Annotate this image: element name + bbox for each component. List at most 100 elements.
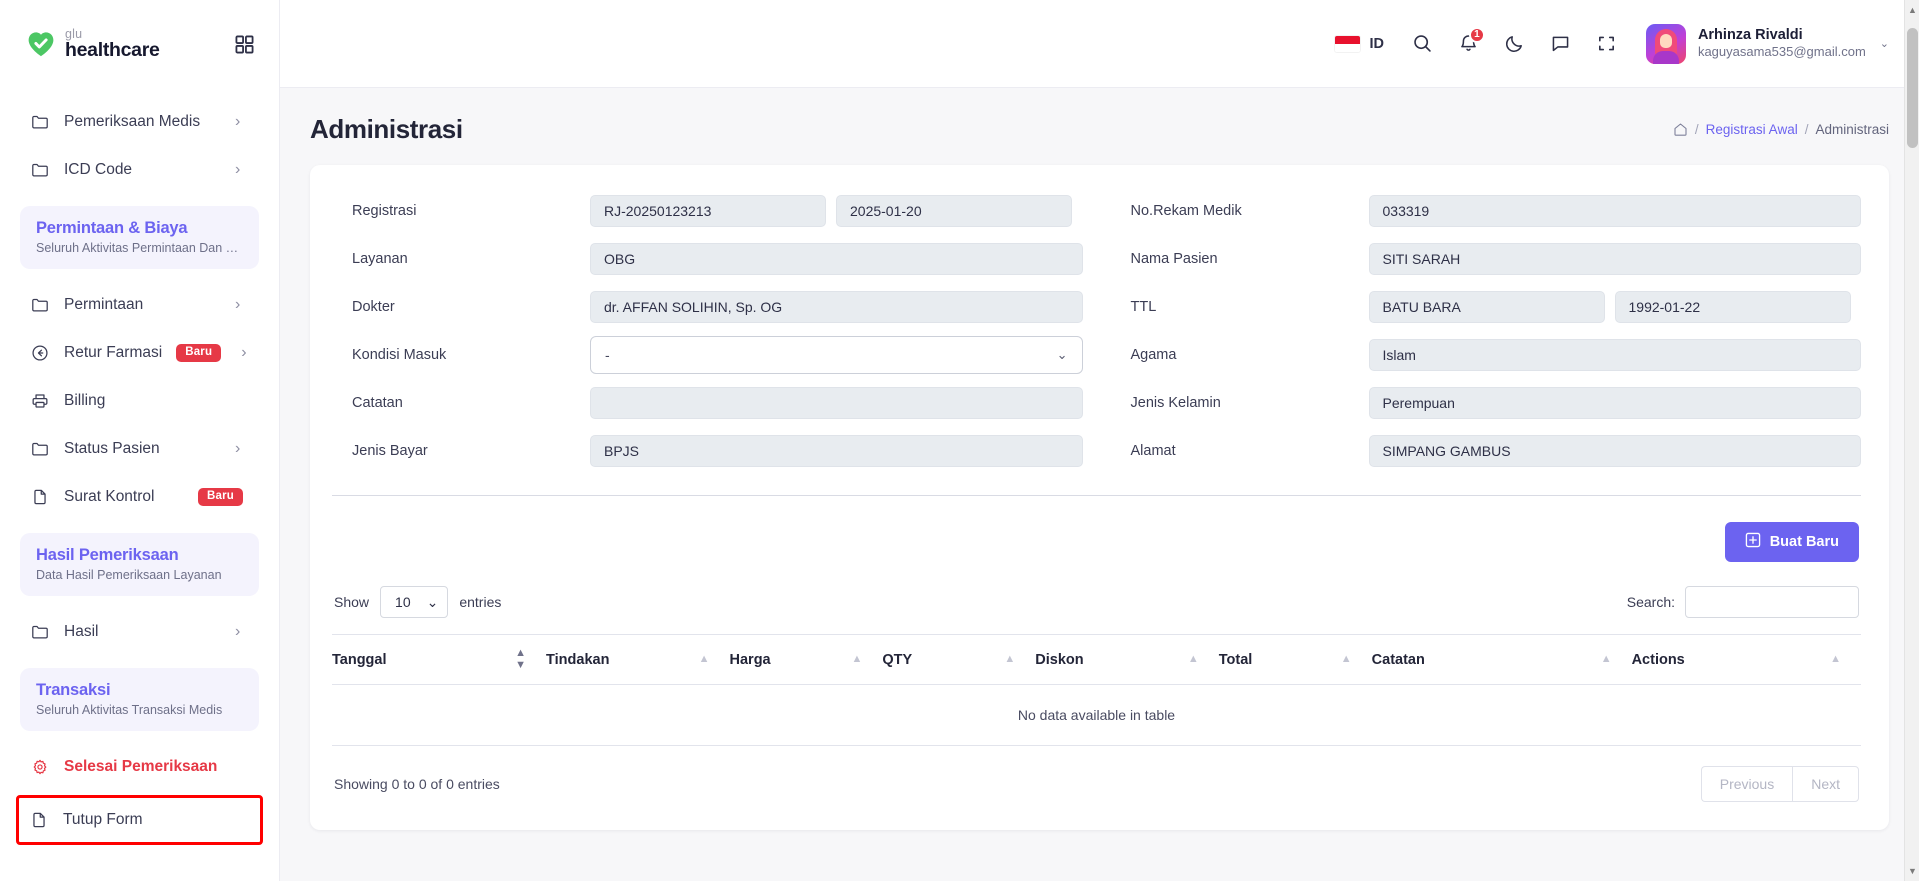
entries-label: entries [459,594,502,610]
scroll-up-icon[interactable]: ▲ [1905,2,1919,18]
column-header-diskon[interactable]: Diskon ▲ [1035,634,1219,685]
avatar [1645,23,1686,64]
column-label: Tanggal [332,651,387,668]
grid-apps-icon[interactable] [231,31,257,57]
table-footer: Showing 0 to 0 of 0 entries Previous Nex… [332,746,1861,804]
indonesia-flag-icon [1335,35,1361,52]
home-icon[interactable] [1673,122,1688,137]
user-meta: Arhinza Rivaldi kaguyasama535@gmail.com [1698,26,1866,60]
sidebar-item-label: Surat Kontrol [64,488,155,505]
field-label: Jenis Bayar [352,443,428,459]
column-header-harga[interactable]: Harga ▲ [729,634,883,685]
field-value-group: 033319 [1368,195,1861,227]
topbar: ID 1 Arhinza Rivaldi kaguyasama535@gmail… [280,0,1919,88]
status-badge: Baru [176,343,222,363]
catatan-field[interactable] [590,387,1083,419]
sort-icon: ▲ [1600,653,1612,665]
field-value-group: SIMPANG GAMBUS [1368,435,1861,467]
layanan-field[interactable]: OBG [590,243,1083,275]
column-header-total[interactable]: Total ▲ [1218,634,1372,685]
sidebar-section-title: Hasil Pemeriksaan [36,546,179,564]
table-search: Search: [1627,586,1859,618]
user-email-label: kaguyasama535@gmail.com [1697,44,1866,60]
field-label: TTL [1130,299,1157,315]
field-label: Jenis Kelamin [1130,395,1221,411]
page-header: Administrasi / Registrasi Awal / Adminis… [280,88,1919,165]
ttl-date-field[interactable]: 1992-01-22 [1614,291,1851,323]
column-header-tindakan[interactable]: Tindakan ▲ [546,634,730,685]
gear-icon [30,757,50,777]
sidebar-item-billing[interactable]: Billing [20,377,259,425]
field-jenis-bayar: Jenis Bayar BPJS [332,431,1083,471]
column-label: Harga [729,651,771,668]
sidebar-item-status-pasien[interactable]: Status Pasien › [20,425,259,473]
jenis-bayar-field[interactable]: BPJS [590,435,1083,467]
alamat-field[interactable]: SIMPANG GAMBUS [1368,435,1861,467]
user-menu[interactable]: Arhinza Rivaldi kaguyasama535@gmail.com … [1645,23,1889,64]
sidebar-item-tutup-form[interactable]: Tutup Form [16,795,263,845]
main-area: ID 1 Arhinza Rivaldi kaguyasama535@gmail… [280,0,1919,881]
sidebar-item-label: Permintaan [64,296,144,313]
form-column-right: No.Rekam Medik 033319 Nama Pasien SITI S… [1111,191,1861,479]
chevron-right-icon: › [235,113,241,130]
chevron-right-icon: › [235,296,241,313]
column-label: Diskon [1035,651,1084,668]
sidebar-item-icd-code[interactable]: ICD Code › [20,146,259,194]
field-label: No.Rekam Medik [1130,203,1242,219]
sidebar-item-label: Status Pasien [64,440,160,457]
chevron-down-icon: ⌄ [1056,347,1068,362]
sidebar-item-label: Tutup Form [63,811,143,828]
sidebar-item-surat-kontrol[interactable]: Surat Kontrol Baru [20,473,259,521]
fullscreen-icon[interactable] [1584,21,1630,67]
chat-bubble-icon[interactable] [1538,21,1584,67]
sidebar-item-pemeriksaan-medis[interactable]: Pemeriksaan Medis › [20,98,259,146]
column-header-qty[interactable]: QTY ▲ [882,634,1036,685]
brand-text: glu healthcare [65,27,160,61]
registrasi-number-field[interactable]: RJ-20250123213 [590,195,826,227]
search-input[interactable] [1685,586,1859,618]
folder-icon [30,160,50,180]
previous-page-button[interactable]: Previous [1700,766,1793,802]
registrasi-date-field[interactable]: 2025-01-20 [836,195,1072,227]
sidebar-item-permintaan[interactable]: Permintaan › [20,281,259,329]
page-length-value: 10 [395,594,411,610]
empty-message: No data available in table [332,684,1861,746]
page-length-select[interactable]: 10 ⌄ [380,586,449,618]
field-label: Nama Pasien [1130,251,1218,267]
jenis-kelamin-field[interactable]: Perempuan [1368,387,1861,419]
notification-bell-icon[interactable]: 1 [1446,21,1492,67]
language-code-label: ID [1369,35,1384,52]
column-header-tanggal[interactable]: Tanggal ▲ ▼ [332,634,547,685]
field-label: Layanan [352,251,408,267]
sidebar-item-selesai-pemeriksaan[interactable]: Selesai Pemeriksaan [20,743,259,791]
field-value-group: Islam [1368,339,1861,371]
language-switcher[interactable]: ID [1319,22,1400,66]
dokter-field[interactable]: dr. AFFAN SOLIHIN, Sp. OG [590,291,1083,323]
scrollbar-thumb[interactable] [1907,28,1918,148]
ttl-place-field[interactable]: BATU BARA [1368,291,1605,323]
no-rekam-medik-field[interactable]: 033319 [1368,195,1861,227]
sidebar-item-hasil[interactable]: Hasil › [20,608,259,656]
page-title: Administrasi [310,114,463,144]
column-header-actions[interactable]: Actions ▲ [1631,634,1861,685]
table-info: Showing 0 to 0 of 0 entries [334,776,500,792]
breadcrumb-link-registrasi-awal[interactable]: Registrasi Awal [1706,122,1798,137]
scroll-down-icon[interactable]: ▼ [1905,863,1919,879]
next-page-button[interactable]: Next [1792,766,1859,802]
brand-logo[interactable]: glu healthcare [26,27,221,61]
create-new-button[interactable]: Buat Baru [1724,522,1859,562]
agama-field[interactable]: Islam [1368,339,1861,371]
page-scrollbar[interactable]: ▲ ▼ [1904,0,1919,881]
nama-pasien-field[interactable]: SITI SARAH [1368,243,1861,275]
sidebar-item-label: Pemeriksaan Medis [64,113,201,130]
column-header-catatan[interactable]: Catatan ▲ [1371,634,1632,685]
sidebar-section-permintaan-biaya: Permintaan & Biaya Seluruh Aktivitas Per… [20,206,259,269]
folder-icon [30,439,50,459]
sidebar-item-retur-farmasi[interactable]: Retur Farmasi Baru › [20,329,259,377]
moon-icon[interactable] [1492,21,1538,67]
user-name-label: Arhinza Rivaldi [1697,27,1803,44]
action-row: Buat Baru [332,496,1861,562]
kondisi-masuk-select[interactable]: - ⌄ [590,336,1083,374]
pagination: Previous Next [1700,766,1859,802]
search-icon[interactable] [1400,21,1446,67]
